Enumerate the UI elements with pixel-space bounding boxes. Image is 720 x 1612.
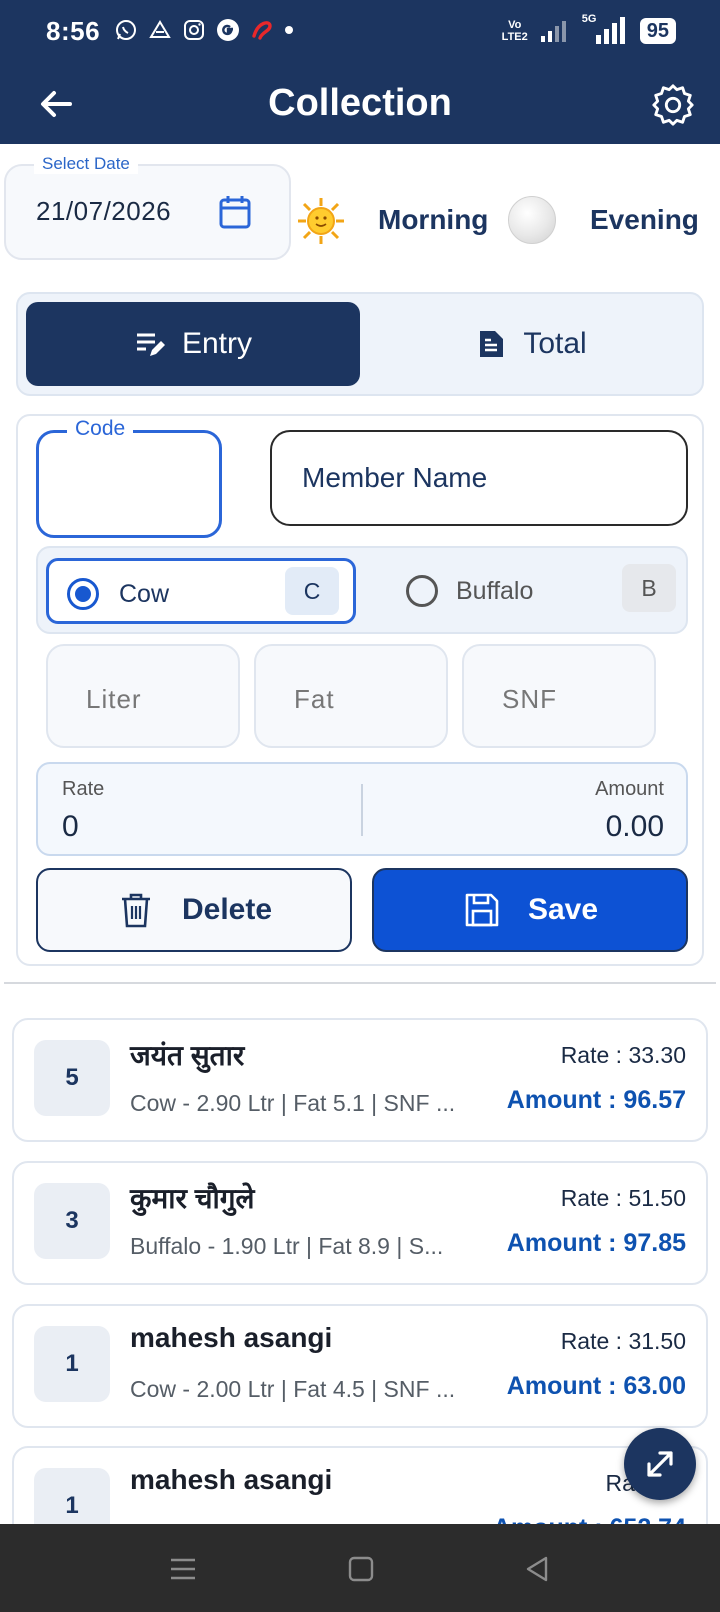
calendar-icon[interactable] — [218, 194, 252, 230]
list-item[interactable]: 3 कुमार चौगुले Buffalo - 1.90 Ltr | Fat … — [12, 1161, 708, 1285]
app-bar: Collection — [0, 64, 720, 144]
save-button[interactable]: Save — [372, 868, 688, 952]
shortcut-key-badge: B — [622, 564, 676, 612]
battery-indicator: 95 — [639, 18, 676, 44]
tab-entry-label: Entry — [181, 327, 253, 360]
page-title: Collection — [268, 82, 452, 124]
shift-morning-label[interactable]: Morning — [378, 204, 488, 236]
date-label: Select Date — [34, 154, 138, 174]
drive-icon — [149, 20, 171, 38]
volte-indicator: Vo LTE2 — [502, 19, 528, 43]
home-nav-icon[interactable] — [346, 1554, 376, 1584]
entry-rate: Rate : 33.30 — [560, 1042, 686, 1068]
notification-icons — [114, 18, 294, 42]
snf-placeholder: SNF — [502, 684, 557, 714]
delete-label: Delete — [181, 893, 273, 926]
signal-1-icon — [540, 21, 566, 42]
google-icon — [217, 19, 239, 41]
animal-option-label: Cow — [119, 580, 170, 608]
shift-evening-label[interactable]: Evening — [590, 204, 699, 236]
member-code-badge: 3 — [34, 1183, 110, 1259]
status-time: 8:56 — [46, 16, 101, 46]
animal-type-selector: Cow C Buffalo B — [36, 546, 688, 634]
status-indicators: Vo LTE2 5G 95 — [502, 13, 676, 45]
more-dot-icon — [285, 26, 293, 34]
radio-unselected-icon[interactable] — [406, 575, 438, 607]
tab-entry[interactable]: Entry — [26, 302, 360, 386]
snf-input[interactable]: SNF — [462, 644, 656, 748]
rate-amount-divider — [361, 784, 363, 836]
fat-input[interactable]: Fat — [254, 644, 448, 748]
volte-top-label: Vo — [508, 19, 522, 31]
trash-icon — [121, 893, 150, 928]
entry-amount: Amount : 96.57 — [506, 1086, 686, 1114]
signal-5g-icon: 5G — [582, 13, 628, 45]
amount-value: 0.00 — [605, 810, 664, 843]
amount-label: Amount — [595, 778, 664, 800]
expand-button[interactable] — [624, 1428, 696, 1500]
menu-nav-icon[interactable] — [168, 1554, 198, 1584]
tab-total[interactable]: Total — [364, 302, 698, 386]
entry-rate: Rate : 51.50 — [560, 1185, 686, 1211]
shortcut-key-badge: C — [285, 567, 339, 615]
entry-detail: Buffalo - 1.90 Ltr | Fat 8.9 | S... — [130, 1233, 444, 1259]
expand-icon — [647, 1451, 673, 1477]
member-name: mahesh asangi — [130, 1464, 333, 1495]
list-item[interactable]: 5 जयंत सुतार Cow - 2.90 Ltr | Fat 5.1 | … — [12, 1018, 708, 1142]
delete-button[interactable]: Delete — [36, 868, 352, 952]
rate-label: Rate — [62, 778, 105, 800]
animal-option-cow[interactable]: Cow C — [46, 558, 356, 624]
list-item[interactable]: 1 mahesh asangi Cow - 2.00 Ltr | Fat 4.5… — [12, 1304, 708, 1428]
shift-toggle[interactable] — [508, 196, 556, 244]
entry-detail: Cow - 2.00 Ltr | Fat 4.5 | SNF ... — [130, 1376, 456, 1402]
member-code-badge: 1 — [34, 1326, 110, 1402]
system-nav-bar — [0, 1524, 720, 1612]
rate-amount-display: Rate 0 Amount 0.00 — [36, 762, 688, 856]
tab-total-label: Total — [523, 327, 587, 360]
member-name: कुमार चौगुले — [130, 1183, 255, 1214]
gear-icon[interactable] — [650, 82, 696, 128]
section-divider — [4, 982, 716, 984]
code-label: Code — [67, 417, 134, 441]
status-bar: 8:56 Vo LTE2 5G 95 — [0, 0, 720, 64]
entry-detail: Cow - 2.90 Ltr | Fat 5.1 | SNF ... — [130, 1090, 456, 1116]
date-picker[interactable]: Select Date 21/07/2026 — [4, 154, 291, 260]
animal-option-label: Buffalo — [456, 577, 534, 605]
date-value: 21/07/2026 — [36, 196, 172, 226]
save-label: Save — [527, 893, 599, 926]
entry-amount: Amount : 97.85 — [506, 1229, 686, 1257]
member-name-placeholder: Member Name — [302, 462, 488, 493]
member-code-badge: 5 — [34, 1040, 110, 1116]
volte-bottom-label: LTE2 — [501, 31, 528, 43]
airtel-icon — [252, 21, 272, 40]
back-nav-icon[interactable] — [522, 1554, 552, 1584]
whatsapp-icon — [116, 20, 136, 40]
save-icon — [465, 893, 499, 927]
fat-placeholder: Fat — [294, 684, 335, 714]
liter-placeholder: Liter — [86, 684, 142, 714]
member-name: mahesh asangi — [130, 1322, 333, 1353]
rate-value: 0 — [62, 810, 79, 843]
document-icon — [480, 331, 504, 357]
radio-selected-icon[interactable] — [67, 578, 99, 610]
member-name: जयंत सुतार — [130, 1040, 245, 1071]
edit-list-icon — [136, 333, 165, 356]
member-name-input[interactable]: Member Name — [270, 430, 688, 526]
entry-form: Code Member Name Cow C Buffalo B Liter F… — [16, 414, 704, 966]
animal-option-buffalo[interactable]: Buffalo B — [368, 558, 678, 624]
instagram-icon — [184, 20, 204, 40]
code-input[interactable]: Code — [36, 417, 222, 538]
entry-amount: Amount : 63.00 — [506, 1372, 686, 1400]
liter-input[interactable]: Liter — [46, 644, 240, 748]
entry-rate: Rate : 31.50 — [560, 1328, 686, 1354]
tab-bar: Entry Total — [16, 292, 704, 396]
sun-icon — [298, 198, 344, 244]
